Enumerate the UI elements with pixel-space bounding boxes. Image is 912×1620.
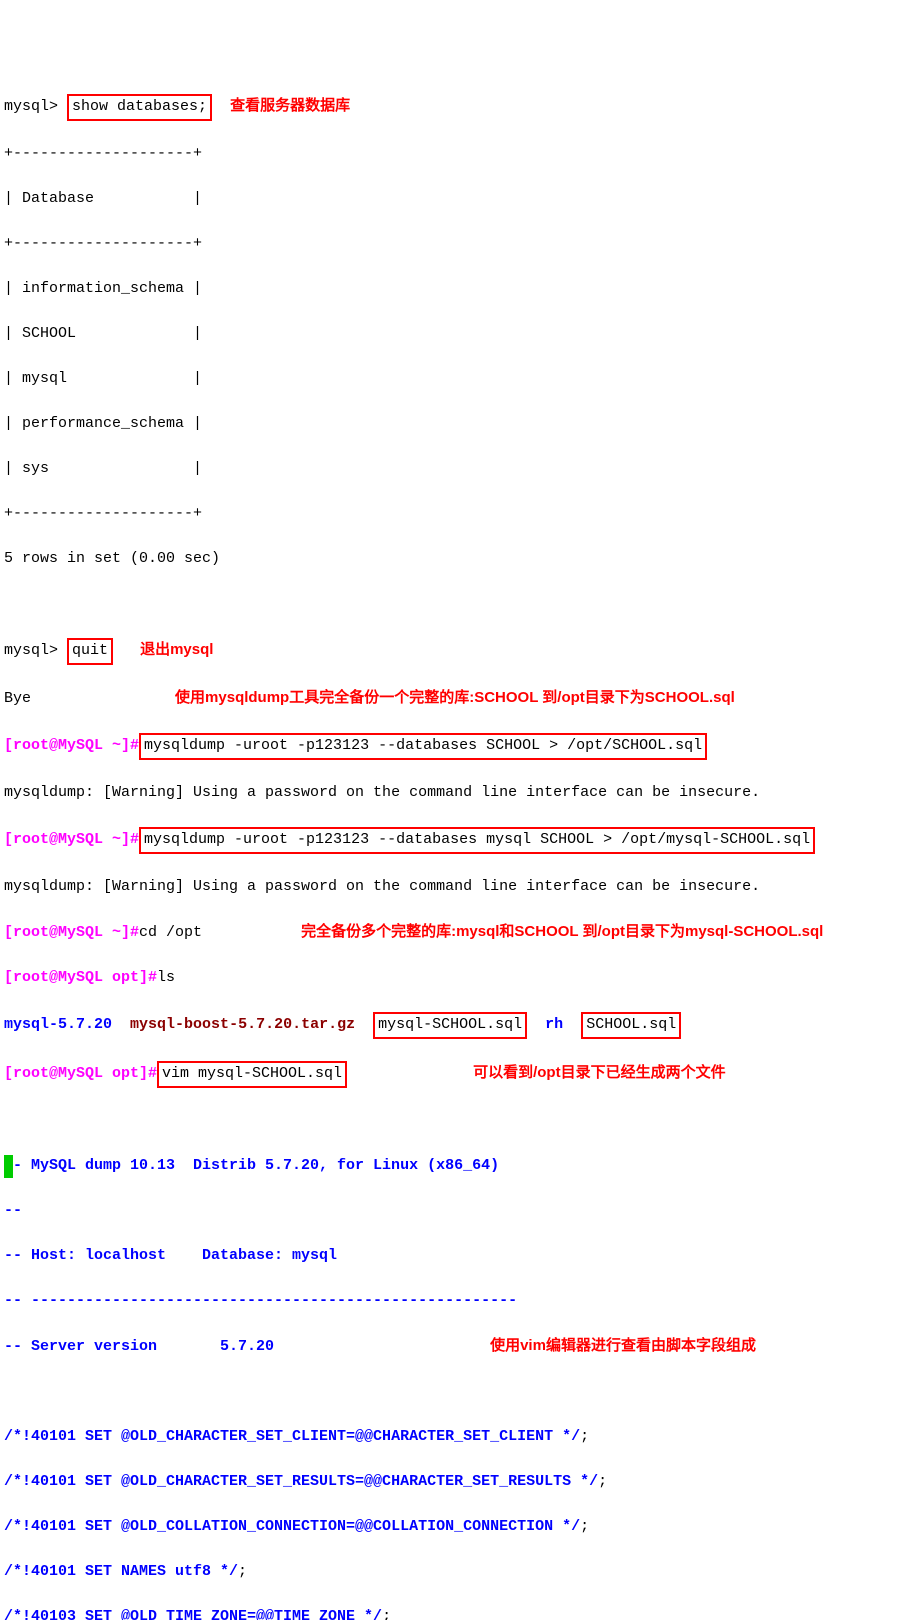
shell-prompt-home-1: [root@MySQL ~]# — [4, 737, 139, 754]
sql-4b: ; — [238, 1563, 247, 1580]
bye-line: Bye 使用mysqldump工具完全备份一个完整的库:SCHOOL 到/opt… — [4, 687, 908, 711]
ls-output-line: mysql-5.7.20 mysql-boost-5.7.20.tar.gz m… — [4, 1012, 908, 1039]
dump-header-3: -- Host: localhost Database: mysql — [4, 1245, 908, 1268]
sql-1b: ; — [580, 1428, 589, 1445]
mysqldump2-cmd: mysqldump -uroot -p123123 --databases my… — [139, 827, 815, 854]
shell-prompt-home-3: [root@MySQL ~]# — [4, 924, 139, 941]
annotation-files-generated: 可以看到/opt目录下已经生成两个文件 — [473, 1064, 726, 1081]
db-row-1: | information_schema | — [4, 278, 908, 301]
mysqldump1-line: [root@MySQL ~]#mysqldump -uroot -p123123… — [4, 733, 908, 760]
shell-prompt-opt-1: [root@MySQL opt]# — [4, 969, 157, 986]
mysql-prompt: mysql> — [4, 98, 58, 115]
quit-cmd: quit — [67, 638, 113, 665]
sql-4a: /*!40101 SET NAMES utf8 */ — [4, 1563, 238, 1580]
vim-cmd: vim mysql-SCHOOL.sql — [157, 1061, 347, 1088]
sql-line-3: /*!40101 SET @OLD_COLLATION_CONNECTION=@… — [4, 1516, 908, 1539]
dump-header-1-text: - MySQL dump 10.13 Distrib 5.7.20, for L… — [13, 1157, 499, 1174]
db-row-2: | SCHOOL | — [4, 323, 908, 346]
db-row-4: | performance_schema | — [4, 413, 908, 436]
annotation-show-databases: 查看服务器数据库 — [230, 97, 350, 114]
show-databases-cmd: show databases; — [67, 94, 212, 121]
blank-1 — [4, 593, 908, 616]
dump-header-1: -- MySQL dump 10.13 Distrib 5.7.20, for … — [4, 1155, 908, 1178]
sql-3b: ; — [580, 1518, 589, 1535]
vim-line: [root@MySQL opt]#vim mysql-SCHOOL.sql 可以… — [4, 1061, 908, 1088]
db-row-5: | sys | — [4, 458, 908, 481]
annotation-quit: 退出mysql — [140, 641, 213, 658]
sql-5a: /*!40103 SET @OLD_TIME_ZONE=@@TIME_ZONE … — [4, 1608, 382, 1620]
blank-2 — [4, 1110, 908, 1133]
db-header: | Database | — [4, 188, 908, 211]
db-sep-bot: +--------------------+ — [4, 503, 908, 526]
mysqldump2-line: [root@MySQL ~]#mysqldump -uroot -p123123… — [4, 827, 908, 854]
shell-prompt-opt-2: [root@MySQL opt]# — [4, 1065, 157, 1082]
sql-2a: /*!40101 SET @OLD_CHARACTER_SET_RESULTS=… — [4, 1473, 598, 1490]
dump-header-2: -- — [4, 1200, 908, 1223]
mysql-quit-line: mysql> quit 退出mysql — [4, 638, 908, 665]
dump-header-5-line: -- Server version 5.7.20 使用vim编辑器进行查看由脚本… — [4, 1335, 908, 1359]
sql-5b: ; — [382, 1608, 391, 1620]
sql-line-2: /*!40101 SET @OLD_CHARACTER_SET_RESULTS=… — [4, 1471, 908, 1494]
ls-file-4: rh — [545, 1016, 563, 1033]
sql-line-4: /*!40101 SET NAMES utf8 */; — [4, 1561, 908, 1584]
ls-line: [root@MySQL opt]#ls — [4, 967, 908, 990]
mysql-show-databases-line: mysql> show databases; 查看服务器数据库 — [4, 94, 908, 121]
warning-2: mysqldump: [Warning] Using a password on… — [4, 876, 908, 899]
sql-line-5: /*!40103 SET @OLD_TIME_ZONE=@@TIME_ZONE … — [4, 1606, 908, 1620]
ls-cmd: ls — [157, 969, 175, 986]
cd-opt-line: [root@MySQL ~]#cd /opt 完全备份多个完整的库:mysql和… — [4, 921, 908, 945]
dump-header-4: -- -------------------------------------… — [4, 1290, 908, 1313]
warning-1: mysqldump: [Warning] Using a password on… — [4, 782, 908, 805]
mysql-prompt-2: mysql> — [4, 642, 58, 659]
vim-cursor: - — [4, 1155, 13, 1178]
cd-opt-cmd: cd /opt — [139, 924, 202, 941]
sql-3a: /*!40101 SET @OLD_COLLATION_CONNECTION=@… — [4, 1518, 580, 1535]
mysqldump1-cmd: mysqldump -uroot -p123123 --databases SC… — [139, 733, 707, 760]
annotation-vim-view: 使用vim编辑器进行查看由脚本字段组成 — [490, 1337, 756, 1354]
sql-2b: ; — [598, 1473, 607, 1490]
ls-file-2: mysql-boost-5.7.20.tar.gz — [130, 1016, 355, 1033]
ls-file-5: SCHOOL.sql — [581, 1012, 681, 1039]
sql-1a: /*!40101 SET @OLD_CHARACTER_SET_CLIENT=@… — [4, 1428, 580, 1445]
db-row-3: | mysql | — [4, 368, 908, 391]
annotation-mysqldump2: 完全备份多个完整的库:mysql和SCHOOL 到/opt目录下为mysql-S… — [301, 923, 823, 940]
ls-file-3: mysql-SCHOOL.sql — [373, 1012, 527, 1039]
shell-prompt-home-2: [root@MySQL ~]# — [4, 831, 139, 848]
annotation-mysqldump1: 使用mysqldump工具完全备份一个完整的库:SCHOOL 到/opt目录下为… — [175, 689, 735, 706]
ls-file-1: mysql-5.7.20 — [4, 1016, 112, 1033]
db-sep-mid: +--------------------+ — [4, 233, 908, 256]
db-sep-top: +--------------------+ — [4, 143, 908, 166]
dump-header-5: -- Server version 5.7.20 — [4, 1338, 274, 1355]
db-summary: 5 rows in set (0.00 sec) — [4, 548, 908, 571]
bye-text: Bye — [4, 690, 31, 707]
sql-line-1: /*!40101 SET @OLD_CHARACTER_SET_CLIENT=@… — [4, 1426, 908, 1449]
blank-3 — [4, 1381, 908, 1404]
